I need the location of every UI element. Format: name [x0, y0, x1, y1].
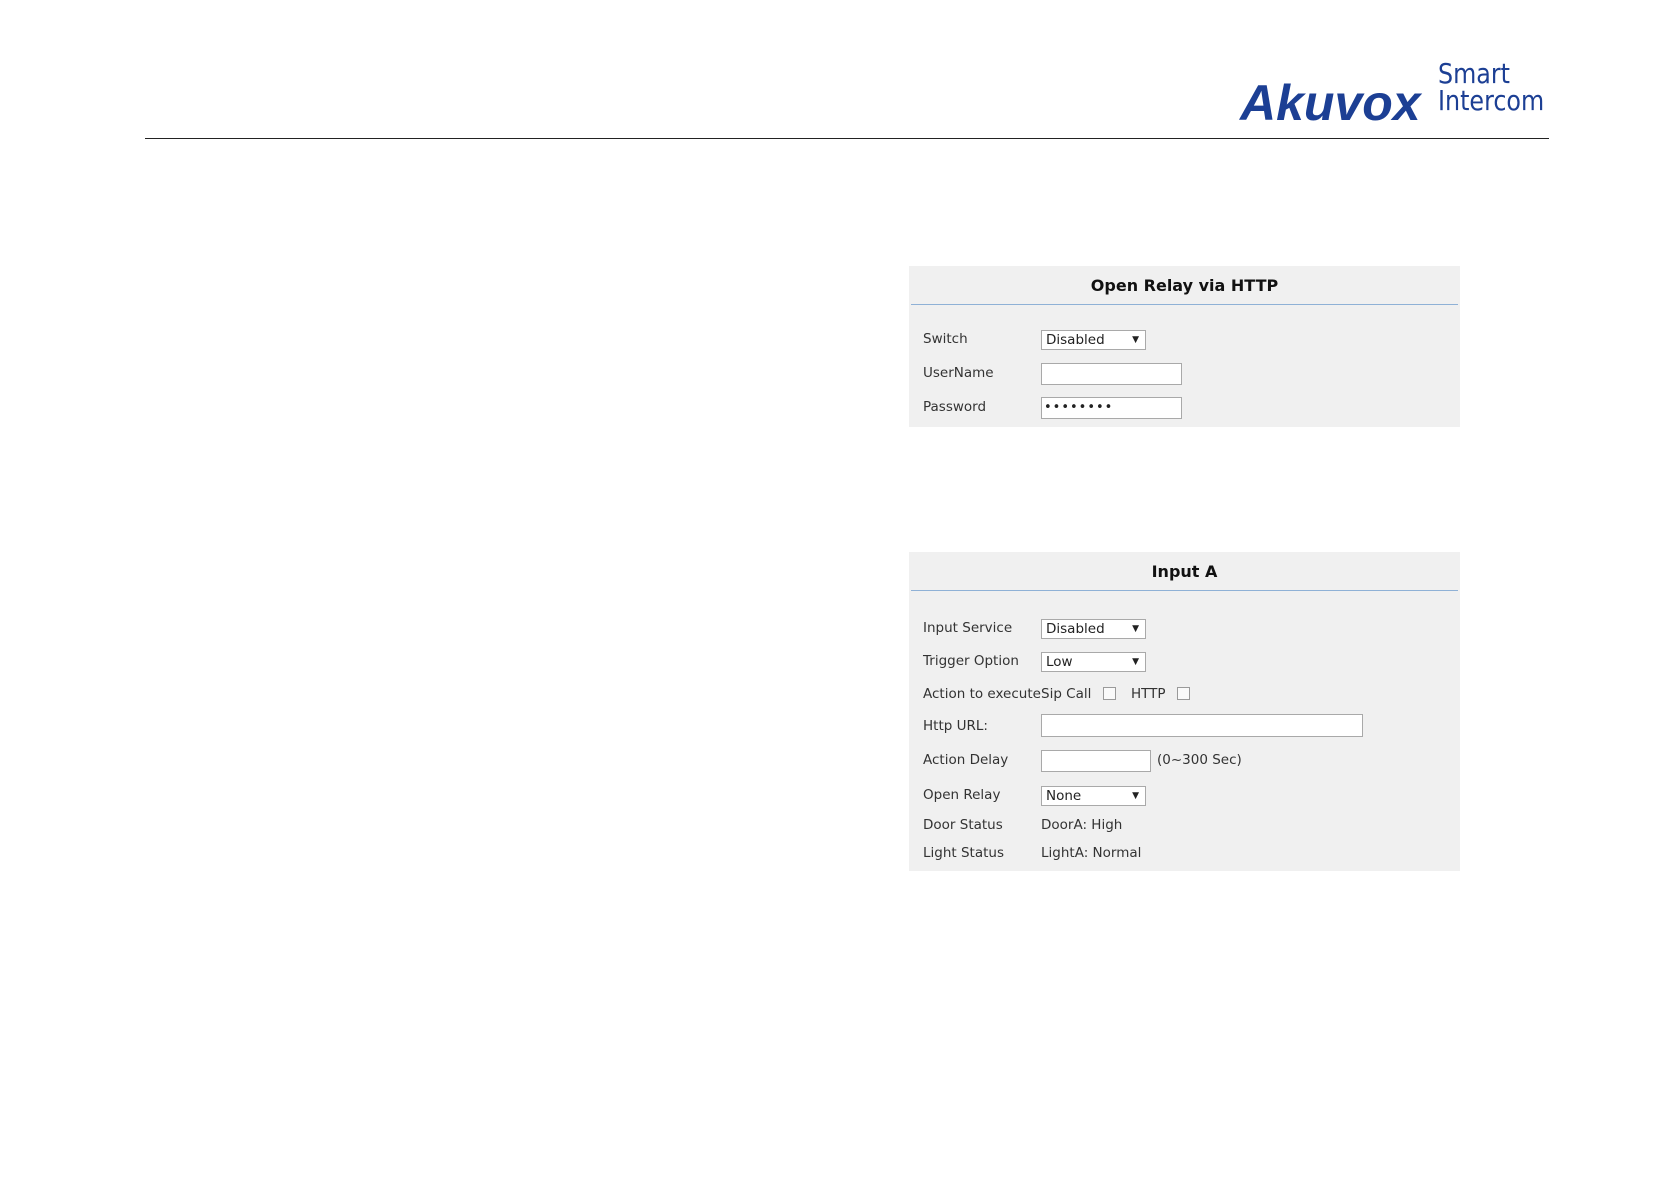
action-to-execute-label: Action to execute [923, 686, 1041, 702]
chevron-down-icon: ▼ [1132, 335, 1139, 345]
http-url-label: Http URL: [923, 718, 988, 734]
open-relay-http-panel: Open Relay via HTTP Switch Disabled ▼ Us… [909, 266, 1460, 427]
chevron-down-icon: ▼ [1132, 657, 1139, 667]
switch-label: Switch [923, 331, 968, 347]
chevron-down-icon: ▼ [1132, 624, 1139, 634]
input-service-select[interactable]: Disabled ▼ [1041, 619, 1146, 639]
open-relay-label: Open Relay [923, 787, 1001, 803]
password-label: Password [923, 399, 987, 415]
username-input[interactable] [1041, 363, 1182, 385]
open-relay-value: None [1046, 788, 1082, 804]
door-status-label: Door Status [923, 817, 1003, 833]
logo-tagline: Smart Intercom [1438, 57, 1549, 117]
logo-tagline-line1: Smart [1438, 57, 1510, 90]
action-delay-hint: (0~300 Sec) [1157, 752, 1242, 768]
password-input[interactable]: •••••••• [1041, 397, 1182, 419]
trigger-option-row: Trigger Option Low ▼ [923, 652, 1146, 672]
logo-wordmark: Akuvox [1240, 75, 1421, 131]
sip-call-checkbox[interactable] [1102, 687, 1116, 700]
sip-call-label: Sip Call [1041, 686, 1092, 702]
open-relay-row: Open Relay None ▼ [923, 786, 1146, 806]
input-a-panel: Input A Input Service Disabled ▼ Trigger… [909, 552, 1460, 871]
action-delay-input[interactable] [1041, 750, 1151, 772]
switch-select[interactable]: Disabled ▼ [1041, 330, 1146, 350]
chevron-down-icon: ▼ [1132, 791, 1139, 801]
switch-row: Switch Disabled ▼ [923, 330, 1146, 350]
trigger-option-label: Trigger Option [923, 653, 1019, 669]
door-status-value: DoorA: High [1041, 817, 1123, 833]
akuvox-logo: Akuvox Smart Intercom [1240, 57, 1560, 132]
trigger-option-select[interactable]: Low ▼ [1041, 652, 1146, 672]
open-relay-select[interactable]: None ▼ [1041, 786, 1146, 806]
input-service-value: Disabled [1046, 621, 1105, 637]
panel-title: Input A [911, 552, 1458, 591]
http-url-input[interactable] [1041, 714, 1363, 737]
trigger-option-value: Low [1046, 654, 1073, 670]
http-label: HTTP [1130, 686, 1166, 702]
light-status-value: LightA: Normal [1041, 845, 1142, 861]
input-service-label: Input Service [923, 620, 1013, 636]
action-delay-label: Action Delay [923, 752, 1009, 768]
logo-tagline-line2: Intercom [1438, 84, 1545, 117]
http-checkbox[interactable] [1176, 687, 1190, 700]
input-service-row: Input Service Disabled ▼ [923, 619, 1146, 639]
light-status-label: Light Status [923, 845, 1004, 861]
action-options: Sip Call HTTP [1041, 686, 1190, 702]
panel-title: Open Relay via HTTP [911, 266, 1458, 305]
username-label: UserName [923, 365, 994, 381]
header-divider [145, 138, 1549, 139]
switch-value: Disabled [1046, 332, 1105, 348]
